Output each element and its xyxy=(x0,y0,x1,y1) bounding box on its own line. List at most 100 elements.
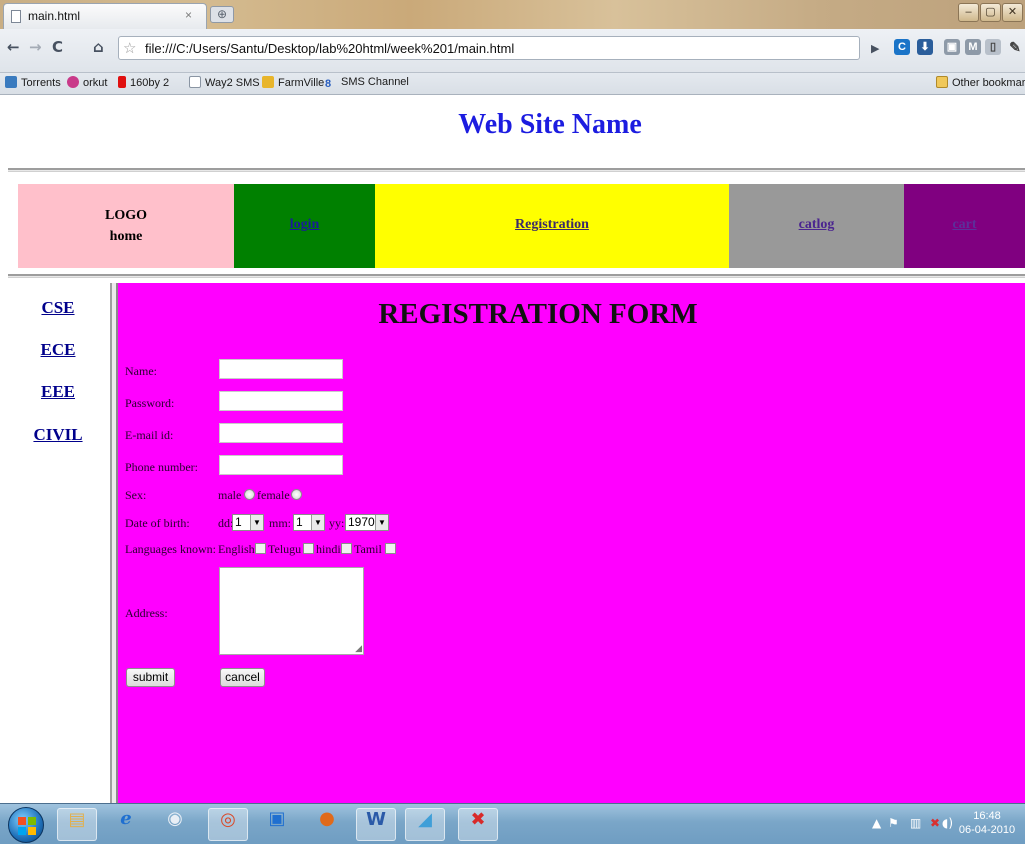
catlog-link[interactable]: catlog xyxy=(729,217,904,233)
extension-icon[interactable]: ▣ xyxy=(944,39,960,55)
day-select[interactable]: 1 ▼ xyxy=(232,514,264,531)
dob-label: Date of birth: xyxy=(125,516,190,530)
yy-label: yy: xyxy=(329,516,345,530)
page-action-icon[interactable]: ▶ xyxy=(871,42,879,55)
sex-label: Sex: xyxy=(125,488,147,502)
english-label: English xyxy=(218,542,255,556)
nav-divider xyxy=(8,274,1025,278)
female-radio[interactable] xyxy=(291,489,302,500)
browser-tab[interactable]: main.html × xyxy=(3,3,207,29)
internet-explorer-taskbar-icon[interactable]: e xyxy=(106,808,146,841)
home-button[interactable]: ⌂ xyxy=(93,38,104,56)
app-taskbar-icon[interactable]: ◢ xyxy=(405,808,445,841)
mail-extension-icon[interactable]: M xyxy=(965,39,981,55)
bookmark-star-icon[interactable]: ☆ xyxy=(123,39,136,57)
windows-taskbar: ▤ e ◉ ◎ ▣ ● W ◢ ✖ ▲ ⚑ ▥ ✖ ◖) 16:48 06-04… xyxy=(0,803,1025,844)
download-extension-icon[interactable]: ⬇ xyxy=(917,39,933,55)
clock[interactable]: 16:48 06-04-2010 xyxy=(952,809,1022,837)
cancel-button[interactable]: cancel xyxy=(220,668,265,687)
tray-expand-icon[interactable]: ▲ xyxy=(872,816,881,830)
bookmark-sms-channel[interactable]: 8 SMS Channel xyxy=(325,76,409,90)
action-center-flag-icon[interactable]: ⚑ xyxy=(888,816,899,830)
year-select[interactable]: 1970 ▼ xyxy=(345,514,389,531)
sidebar-link-cse[interactable]: CSE xyxy=(8,298,108,318)
sidebar-link-ece[interactable]: ECE xyxy=(8,340,108,360)
telugu-label: Telugu xyxy=(268,542,302,556)
registration-cell: Registration xyxy=(375,184,729,268)
name-input[interactable] xyxy=(219,359,343,379)
network-warning-icon[interactable]: ✖ xyxy=(930,816,940,830)
department-sidebar: CSE ECE EEE CIVIL xyxy=(8,283,115,803)
cart-link[interactable]: cart xyxy=(904,217,1025,233)
male-radio[interactable] xyxy=(244,489,255,500)
chevron-down-icon: ▼ xyxy=(375,515,388,530)
login-cell: login xyxy=(234,184,375,268)
bookmark-torrents[interactable]: Torrents xyxy=(5,76,61,89)
start-button[interactable] xyxy=(8,807,44,843)
resize-grip-icon[interactable]: ◢ xyxy=(355,644,362,654)
wrench-menu-icon[interactable]: ✎ xyxy=(1007,39,1023,55)
catlog-cell: catlog xyxy=(729,184,904,268)
email-label: E-mail id: xyxy=(125,428,174,442)
address-bar[interactable]: ☆ file:///C:/Users/Santu/Desktop/lab%20h… xyxy=(118,36,860,60)
160by2-icon xyxy=(118,76,126,88)
password-label: Password: xyxy=(125,396,175,410)
registration-link[interactable]: Registration xyxy=(375,217,729,233)
orkut-icon xyxy=(67,76,79,88)
form-title: REGISTRATION FORM xyxy=(378,298,698,330)
frame-divider[interactable] xyxy=(110,283,118,803)
submit-button[interactable]: submit xyxy=(126,668,175,687)
hindi-checkbox[interactable] xyxy=(341,543,352,554)
word-taskbar-icon[interactable]: W xyxy=(356,808,396,841)
login-link[interactable]: login xyxy=(234,217,375,233)
bookmark-farmville[interactable]: FarmVille xyxy=(262,76,324,89)
site-title: Web Site Name xyxy=(458,109,642,140)
new-tab-button[interactable]: ⊕ xyxy=(210,6,234,23)
address-label: Address: xyxy=(125,606,168,620)
home-text: home xyxy=(109,229,143,244)
media-player-taskbar-icon[interactable]: ▣ xyxy=(257,808,297,841)
sidebar-link-eee[interactable]: EEE xyxy=(8,382,108,402)
maximize-button[interactable]: ▢ xyxy=(980,3,1001,22)
telugu-checkbox[interactable] xyxy=(303,543,314,554)
window-controls: – ▢ ✕ xyxy=(958,3,1024,23)
password-input[interactable] xyxy=(219,391,343,411)
bookmark-orkut[interactable]: orkut xyxy=(67,76,107,89)
tamil-label: Tamil xyxy=(354,542,382,556)
page-menu-icon[interactable]: ▯ xyxy=(985,39,1001,55)
english-checkbox[interactable] xyxy=(255,543,266,554)
phone-label: Phone number: xyxy=(125,460,198,474)
tab-close-icon[interactable]: × xyxy=(185,8,192,22)
explorer-taskbar-icon[interactable]: ▤ xyxy=(57,808,97,841)
header-divider xyxy=(8,168,1025,172)
bookmark-160by2[interactable]: 160by 2 xyxy=(118,76,169,89)
name-label: Name: xyxy=(125,364,157,378)
email-input[interactable] xyxy=(219,423,343,443)
logo-text: LOGO xyxy=(104,208,147,223)
forward-button[interactable]: → xyxy=(29,38,42,56)
extension-c-icon[interactable]: C xyxy=(894,39,910,55)
languages-label: Languages known: xyxy=(125,542,216,556)
page-icon xyxy=(189,76,201,88)
male-label: male xyxy=(218,488,242,502)
media-center-taskbar-icon[interactable]: ◉ xyxy=(155,808,195,841)
phone-input[interactable] xyxy=(219,455,343,475)
close-window-button[interactable]: ✕ xyxy=(1002,3,1023,22)
network-icon[interactable]: ▥ xyxy=(910,816,921,830)
address-textarea[interactable]: ◢ xyxy=(219,567,364,655)
bookmark-way2sms[interactable]: Way2 SMS xyxy=(189,76,260,89)
farmville-icon xyxy=(262,76,274,88)
tamil-checkbox[interactable] xyxy=(385,543,396,554)
bookmarks-bar: Torrents orkut 160by 2 Way2 SMS FarmVill… xyxy=(0,73,1025,95)
reload-button[interactable]: C xyxy=(52,38,63,56)
chrome-taskbar-icon[interactable]: ◎ xyxy=(208,808,248,841)
month-select[interactable]: 1 ▼ xyxy=(293,514,325,531)
top-navigation: LOGO home login Registration catlog cart xyxy=(18,184,1025,269)
error-app-taskbar-icon[interactable]: ✖ xyxy=(458,808,498,841)
sidebar-link-civil[interactable]: CIVIL xyxy=(8,425,108,445)
back-button[interactable]: ← xyxy=(7,38,20,56)
firefox-taskbar-icon[interactable]: ● xyxy=(307,808,347,841)
other-bookmarks[interactable]: Other bookmarks xyxy=(936,76,1025,89)
sms-channel-icon: 8 xyxy=(325,78,332,90)
minimize-button[interactable]: – xyxy=(958,3,979,22)
